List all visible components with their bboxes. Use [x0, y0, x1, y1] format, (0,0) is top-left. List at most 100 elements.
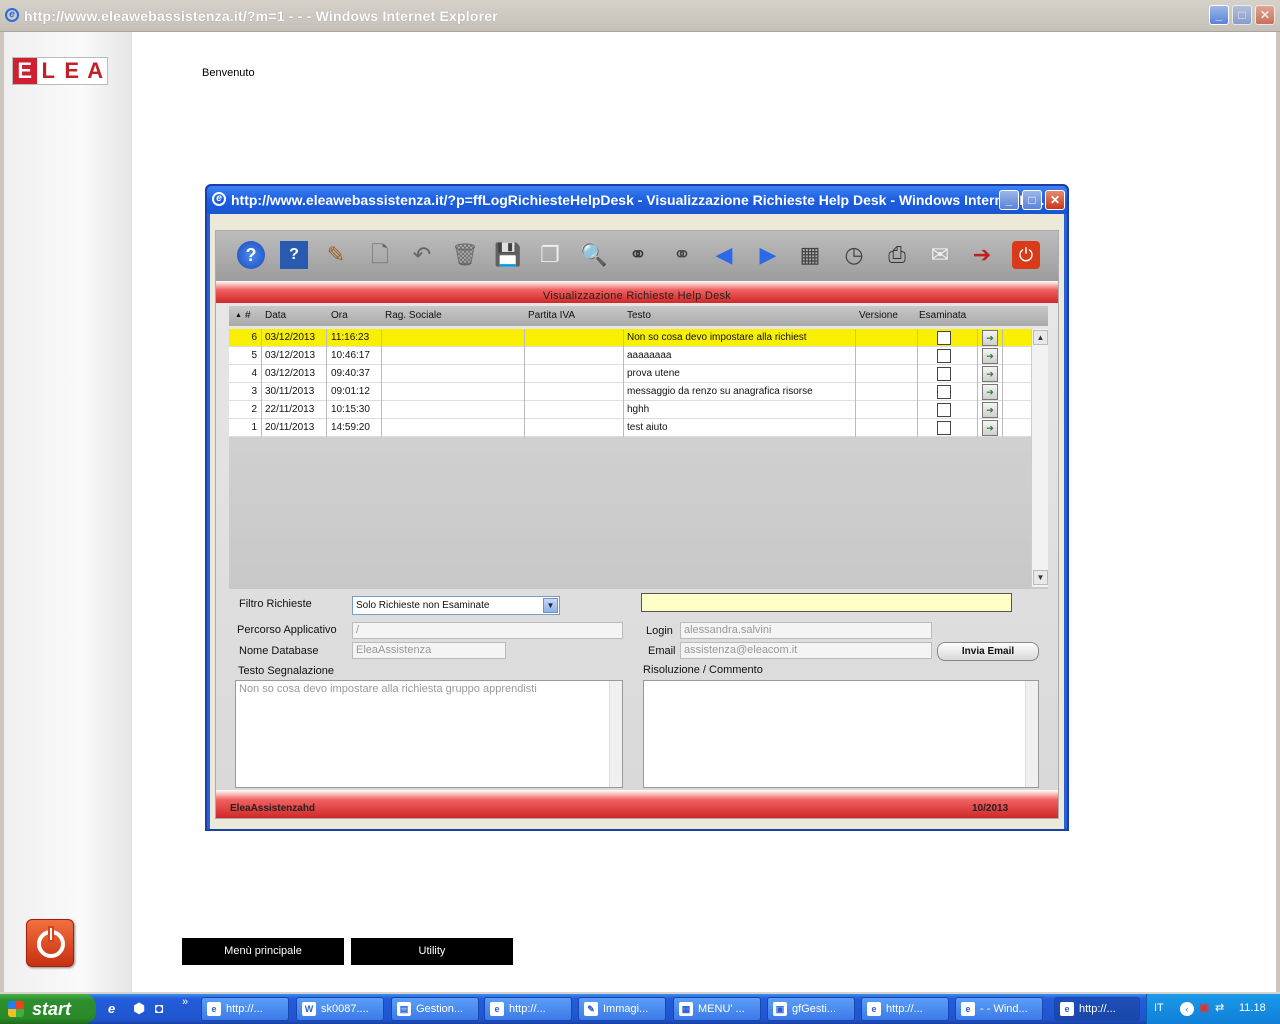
- esaminata-checkbox[interactable]: [937, 331, 951, 345]
- percorso-field[interactable]: /: [352, 622, 623, 639]
- esaminata-checkbox[interactable]: [937, 385, 951, 399]
- col-partita-iva[interactable]: Partita IVA: [528, 310, 575, 321]
- popup-body: ? ? ✎ 🗋 ↶ 🗑 💾 ❐ 🔍 ⚭ ⚭ ◀ ▶ ▦ ◷ ⎙ ✉ ➔ ⏻ Vi…: [210, 214, 1064, 829]
- taskbar-item[interactable]: Wsk0087....: [296, 997, 384, 1021]
- open-detail-icon[interactable]: ➔: [982, 402, 998, 418]
- undo-icon[interactable]: ↶: [408, 241, 436, 269]
- table-row[interactable]: 4 03/12/2013 09:40:37 prova utene ➔: [229, 365, 1031, 383]
- esaminata-checkbox[interactable]: [937, 421, 951, 435]
- col-esaminata[interactable]: Esaminata: [919, 310, 966, 321]
- open-detail-icon[interactable]: ➔: [982, 348, 998, 364]
- col-rag-sociale[interactable]: Rag. Sociale: [385, 310, 442, 321]
- taskbar-item[interactable]: e - - Wind...: [955, 997, 1043, 1021]
- start-button[interactable]: start: [0, 994, 96, 1024]
- chevron-down-icon[interactable]: ▼: [543, 598, 558, 613]
- copy-icon[interactable]: ❐: [536, 241, 564, 269]
- power-icon[interactable]: ⏻: [1012, 241, 1040, 269]
- email-field[interactable]: assistenza@eleacom.it: [680, 642, 932, 659]
- table-row[interactable]: 3 30/11/2013 09:01:12 messaggio da renzo su…: [229, 383, 1031, 401]
- maximize-button[interactable]: □: [1232, 5, 1252, 25]
- taskbar-item[interactable]: e http://...: [1054, 997, 1140, 1021]
- taskbar-item[interactable]: ✎ Immagi...: [578, 997, 666, 1021]
- edit-icon[interactable]: ✎: [322, 241, 350, 269]
- table-row[interactable]: 2 22/11/2013 10:15:30 hghh ➔: [229, 401, 1031, 419]
- exit-icon[interactable]: ➔: [968, 241, 996, 269]
- language-indicator[interactable]: IT: [1154, 1002, 1164, 1014]
- next-icon[interactable]: ▶: [754, 241, 782, 269]
- esaminata-checkbox[interactable]: [937, 367, 951, 381]
- highlight-field[interactable]: [641, 593, 1012, 612]
- grid-scrollbar[interactable]: ▲ ▼: [1031, 329, 1048, 587]
- close-button[interactable]: ✕: [1255, 5, 1275, 25]
- calendar-icon[interactable]: ▦: [796, 241, 824, 269]
- esaminata-checkbox[interactable]: [937, 403, 951, 417]
- utility-button[interactable]: Utility: [351, 938, 513, 965]
- testo-textarea[interactable]: Non so cosa devo impostare alla richiest…: [235, 680, 623, 788]
- clock[interactable]: 11.18: [1239, 1002, 1266, 1014]
- scroll-up-icon[interactable]: ▲: [1033, 330, 1048, 345]
- taskbar-item[interactable]: e http://...: [861, 997, 949, 1021]
- open-detail-icon[interactable]: ➔: [982, 384, 998, 400]
- popup-close-button[interactable]: ✕: [1045, 190, 1065, 210]
- taskbar-app-icon: e: [207, 1002, 221, 1016]
- email-icon[interactable]: ✉: [926, 241, 954, 269]
- cell-num: 5: [251, 350, 257, 361]
- table-row[interactable]: 5 03/12/2013 10:46:17 aaaaaaaa ➔: [229, 347, 1031, 365]
- save-icon[interactable]: 💾: [494, 241, 522, 269]
- popup-minimize-button[interactable]: _: [999, 190, 1019, 210]
- tray-app-icon[interactable]: ▣: [1199, 1001, 1209, 1014]
- open-detail-icon[interactable]: ➔: [982, 420, 998, 436]
- taskbar-item[interactable]: ▦ MENU' ...: [673, 997, 761, 1021]
- network-icon[interactable]: ⇄: [1215, 1001, 1224, 1014]
- open-detail-icon[interactable]: ➔: [982, 330, 998, 346]
- ie-icon: e: [5, 8, 19, 22]
- clock-icon[interactable]: ◷: [840, 241, 868, 269]
- taskbar-item[interactable]: ▤ Gestion...: [391, 997, 479, 1021]
- binoculars-icon[interactable]: ⚭: [624, 241, 652, 269]
- chevron-right-icon[interactable]: »: [182, 996, 188, 1008]
- table-row[interactable]: 1 20/11/2013 14:59:20 test aiuto ➔: [229, 419, 1031, 437]
- tray-expand-icon[interactable]: ‹: [1180, 1002, 1194, 1016]
- col-data[interactable]: Data: [265, 310, 286, 321]
- login-field[interactable]: alessandra.salvini: [680, 622, 932, 639]
- filtro-select[interactable]: Solo Richieste non Esaminate ▼: [352, 596, 560, 615]
- textarea-scrollbar[interactable]: [609, 681, 622, 787]
- new-document-icon[interactable]: 🗋: [366, 241, 394, 269]
- textarea-scrollbar[interactable]: [1025, 681, 1038, 787]
- cube-quicklaunch-icon[interactable]: ⬢: [133, 1000, 145, 1017]
- trash-icon[interactable]: 🗑: [451, 241, 479, 269]
- nome-db-field[interactable]: EleaAssistenza: [352, 642, 506, 659]
- advanced-search-icon[interactable]: ⚭: [668, 241, 696, 269]
- previous-icon[interactable]: ◀: [710, 241, 738, 269]
- help-icon[interactable]: ?: [237, 241, 265, 269]
- cell-data: 20/11/2013: [265, 422, 315, 433]
- popup-maximize-button[interactable]: □: [1022, 190, 1042, 210]
- cell-testo: messaggio da renzo su anagrafica risorse: [627, 386, 813, 397]
- col-testo[interactable]: Testo: [627, 310, 651, 321]
- app-quicklaunch-icon[interactable]: ◘: [155, 1000, 163, 1016]
- search-icon[interactable]: 🔍: [580, 241, 608, 269]
- percorso-label: Percorso Applicativo: [237, 624, 337, 636]
- print-icon[interactable]: ⎙: [883, 241, 911, 269]
- ie-quicklaunch-icon[interactable]: e: [108, 1001, 115, 1016]
- main-menu-button[interactable]: Menù principale: [182, 938, 344, 965]
- taskbar: start e ⬢ ◘ » e http://... Wsk0087.... ▤ Ges…: [0, 994, 1280, 1024]
- power-icon[interactable]: [26, 919, 74, 967]
- table-row[interactable]: 6 03/12/2013 11:16:23 Non so cosa devo impo…: [229, 329, 1031, 347]
- minimize-button[interactable]: _: [1209, 5, 1229, 25]
- scroll-down-icon[interactable]: ▼: [1033, 570, 1048, 585]
- col-num[interactable]: #: [245, 310, 251, 321]
- taskbar-item[interactable]: e http://...: [484, 997, 572, 1021]
- sort-indicator[interactable]: ▲: [235, 312, 242, 319]
- invia-email-button[interactable]: Invia Email: [937, 642, 1039, 661]
- col-versione[interactable]: Versione: [859, 310, 898, 321]
- col-ora[interactable]: Ora: [331, 310, 348, 321]
- esaminata-checkbox[interactable]: [937, 349, 951, 363]
- taskbar-item[interactable]: e http://...: [201, 997, 289, 1021]
- taskbar-item[interactable]: ▣ gfGesti...: [767, 997, 855, 1021]
- open-detail-icon[interactable]: ➔: [982, 366, 998, 382]
- footer-period: 10/2013: [972, 803, 1009, 814]
- question-icon[interactable]: ?: [280, 241, 308, 269]
- left-sidebar: [4, 32, 132, 992]
- risoluzione-textarea[interactable]: [643, 680, 1039, 788]
